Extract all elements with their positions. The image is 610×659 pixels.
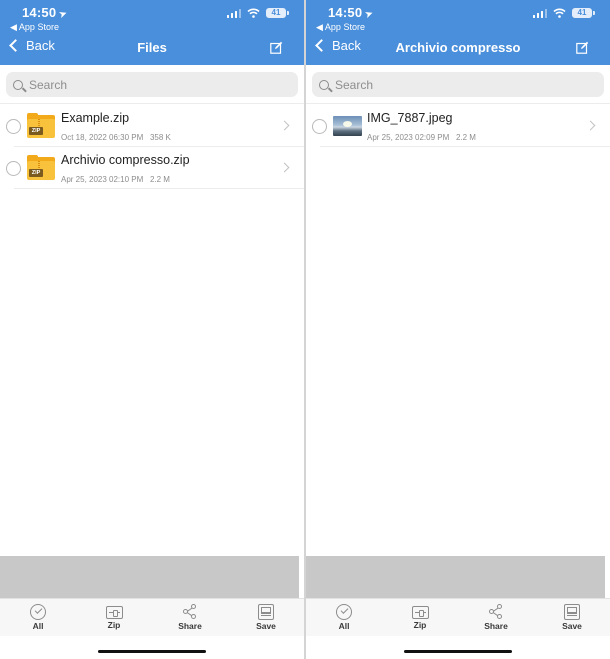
- share-label: Share: [484, 621, 508, 631]
- select-all-label: All: [32, 621, 44, 631]
- location-arrow-icon: ➤: [363, 7, 376, 22]
- check-circle-icon: [336, 604, 352, 620]
- select-radio[interactable]: [6, 119, 21, 134]
- file-size: 358 K: [149, 133, 171, 142]
- file-meta: Oct 18, 2022 06:30 PM 358 K: [61, 133, 171, 142]
- zip-icon: [411, 606, 429, 619]
- zip-icon: [105, 606, 123, 619]
- edit-icon[interactable]: [576, 41, 589, 54]
- chevron-left-icon: [315, 39, 328, 52]
- chevron-right-icon: [279, 162, 290, 173]
- file-name: Archivio compresso.zip: [61, 153, 190, 167]
- zip-button[interactable]: Zip: [94, 604, 134, 630]
- share-label: Share: [178, 621, 202, 631]
- zip-label: Zip: [413, 620, 427, 630]
- file-meta: Apr 25, 2023 02:10 PM 2.2 M: [61, 175, 170, 184]
- share-button[interactable]: Share: [476, 604, 516, 631]
- signal-icon: [226, 8, 241, 18]
- file-meta: Apr 25, 2023 02:09 PM 2.2 M: [367, 133, 476, 142]
- file-date: Apr 25, 2023 02:10 PM: [61, 175, 144, 184]
- file-name: IMG_7887.jpeg: [367, 111, 453, 125]
- back-button-label: Back: [26, 38, 55, 53]
- back-to-app-store[interactable]: ◀ App Store: [10, 22, 59, 33]
- save-button[interactable]: Save: [246, 604, 286, 631]
- file-name: Example.zip: [61, 111, 130, 125]
- search-input[interactable]: [29, 77, 269, 92]
- home-indicator[interactable]: [404, 650, 512, 653]
- status-time-text: 14:50: [22, 5, 57, 20]
- zip-folder-icon: ZIP: [27, 113, 55, 139]
- search-input[interactable]: [335, 77, 575, 92]
- edit-icon[interactable]: [270, 41, 283, 54]
- save-icon: [564, 604, 580, 620]
- ad-placeholder: [0, 556, 299, 598]
- zip-folder-icon: ZIP: [27, 155, 55, 181]
- file-row[interactable]: ZIP Example.zip Oct 18, 2022 06:30 PM 35…: [0, 105, 304, 147]
- wifi-icon: [247, 8, 260, 18]
- chevron-right-icon: [279, 120, 290, 131]
- chevron-left-icon: [9, 39, 22, 52]
- file-size: 2.2 M: [455, 133, 476, 142]
- bottom-toolbar: All Zip Share Save: [0, 598, 304, 636]
- share-icon: [488, 604, 504, 620]
- select-all-button[interactable]: All: [18, 604, 58, 631]
- status-time-text: 14:50: [328, 5, 363, 20]
- list-top-divider: [0, 103, 304, 104]
- signal-icon: [532, 8, 547, 18]
- row-divider: [14, 188, 304, 189]
- status-time: 14:50➤: [22, 5, 70, 22]
- left-screen: 14:50➤ ◀ App Store 41 Back Files Search …: [0, 0, 304, 659]
- row-divider: [320, 146, 610, 147]
- select-all-label: All: [338, 621, 350, 631]
- chevron-right-icon: [585, 120, 596, 131]
- status-time: 14:50➤: [328, 5, 376, 22]
- zip-icon-label: ZIP: [29, 169, 43, 177]
- back-button[interactable]: Back: [8, 38, 55, 53]
- file-row[interactable]: ZIP Archivio compresso.zip Apr 25, 2023 …: [0, 147, 304, 189]
- list-top-divider: [306, 103, 610, 104]
- zip-button[interactable]: Zip: [400, 604, 440, 630]
- select-radio[interactable]: [312, 119, 327, 134]
- search-icon: [13, 79, 23, 90]
- back-button-label: Back: [332, 38, 361, 53]
- image-thumbnail: [333, 116, 362, 136]
- file-date: Oct 18, 2022 06:30 PM: [61, 133, 144, 142]
- wifi-icon: [553, 8, 566, 18]
- right-screen: 14:50➤ ◀ App Store 41 Back Archivio comp…: [306, 0, 610, 659]
- file-date: Apr 25, 2023 02:09 PM: [367, 133, 450, 142]
- zip-icon-label: ZIP: [29, 127, 43, 135]
- share-icon: [182, 604, 198, 620]
- save-label: Save: [562, 621, 582, 631]
- header: 14:50➤ ◀ App Store 41 Back Files: [0, 0, 304, 65]
- status-indicators: 41: [226, 8, 289, 18]
- location-arrow-icon: ➤: [57, 7, 70, 22]
- file-row[interactable]: IMG_7887.jpeg Apr 25, 2023 02:09 PM 2.2 …: [306, 105, 610, 147]
- save-icon: [258, 604, 274, 620]
- battery-icon: 41: [572, 8, 595, 18]
- save-label: Save: [256, 621, 276, 631]
- search-bar[interactable]: [312, 72, 604, 97]
- header: 14:50➤ ◀ App Store 41 Back Archivio comp…: [306, 0, 610, 65]
- share-button[interactable]: Share: [170, 604, 210, 631]
- select-radio[interactable]: [6, 161, 21, 176]
- home-indicator[interactable]: [98, 650, 206, 653]
- zip-label: Zip: [107, 620, 121, 630]
- check-circle-icon: [30, 604, 46, 620]
- bottom-toolbar: All Zip Share Save: [306, 598, 610, 636]
- save-button[interactable]: Save: [552, 604, 592, 631]
- search-icon: [319, 79, 329, 90]
- back-to-app-store[interactable]: ◀ App Store: [316, 22, 365, 33]
- battery-icon: 41: [266, 8, 289, 18]
- search-bar[interactable]: [6, 72, 298, 97]
- select-all-button[interactable]: All: [324, 604, 364, 631]
- ad-placeholder: [306, 556, 605, 598]
- back-button[interactable]: Back: [314, 38, 361, 53]
- status-indicators: 41: [532, 8, 595, 18]
- file-size: 2.2 M: [149, 175, 170, 184]
